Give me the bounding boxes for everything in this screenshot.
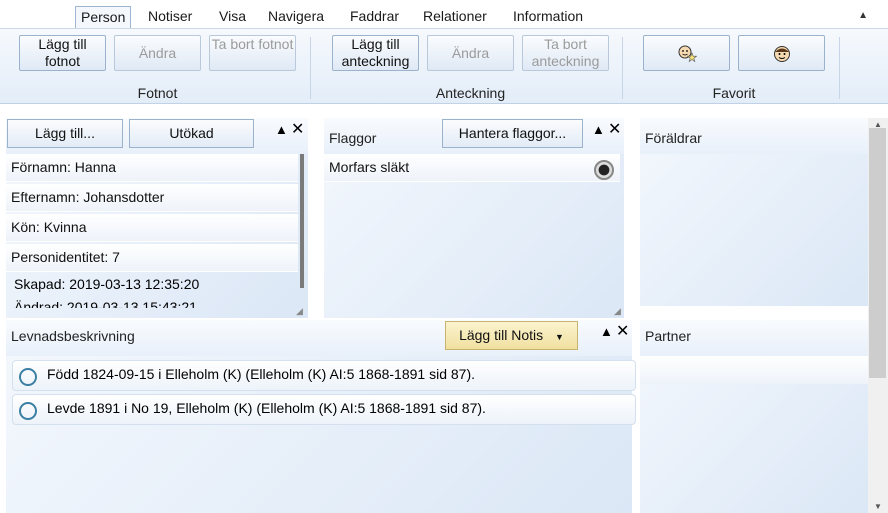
tab-visa[interactable]: Visa [219, 8, 246, 24]
tab-relationer[interactable]: Relationer [423, 8, 487, 24]
life-panel-header: Levnadsbeskrivning Lägg till Notis ▼ ▲ ✕ [6, 320, 632, 356]
flags-panel: Flaggor Hantera flaggor... ▲ ✕ Morfars s… [324, 118, 624, 318]
manage-flags-button[interactable]: Hantera flaggor... [442, 119, 583, 148]
partner-title: Partner [645, 328, 691, 344]
ribbon-separator [310, 37, 311, 99]
ribbon-tabs: Person Notiser Visa Navigera Faddrar Rel… [0, 0, 888, 30]
event-text: Levde 1891 i No 19, Elleholm (K) (Elleho… [47, 400, 486, 416]
remove-note-button[interactable]: Ta bort anteckning [522, 35, 609, 71]
partner-panel-header: Partner [640, 320, 868, 356]
event-icon [19, 368, 37, 386]
life-title: Levnadsbeskrivning [11, 328, 135, 344]
field-row[interactable]: Efternamn: Johansdotter [6, 184, 298, 212]
tab-navigera[interactable]: Navigera [268, 8, 324, 24]
scrollbar-thumb[interactable] [869, 128, 886, 378]
move-up-icon[interactable]: ▲ [592, 122, 605, 137]
close-panel-icon[interactable]: ✕ [291, 119, 304, 139]
edit-note-button[interactable]: Ändra [427, 35, 514, 71]
add-field-button[interactable]: Lägg till... [7, 119, 123, 148]
ribbon-separator [839, 37, 840, 99]
resize-grip-icon[interactable]: ◢ [614, 306, 624, 316]
event-text: Född 1824-09-15 i Elleholm (K) (Elleholm… [47, 366, 475, 382]
partner-row[interactable] [640, 356, 868, 384]
add-note-button[interactable]: Lägg till anteckning [332, 35, 419, 71]
field-row[interactable]: Kön: Kvinna [6, 214, 298, 242]
move-up-icon[interactable]: ▲ [275, 122, 288, 137]
favorite-group-label: Favorit [712, 85, 756, 101]
close-panel-icon[interactable]: ✕ [616, 321, 629, 341]
close-panel-icon[interactable]: ✕ [608, 119, 621, 139]
collapse-ribbon-icon[interactable]: ▲ [858, 10, 868, 21]
field-scrollbar[interactable] [300, 154, 304, 288]
event-icon [19, 402, 37, 420]
remove-footnote-button[interactable]: Ta bort fotnot [209, 35, 296, 71]
tab-faddrar[interactable]: Faddrar [350, 8, 399, 24]
note-group-label: Anteckning [435, 85, 506, 101]
person-face-icon [773, 46, 790, 62]
extended-button[interactable]: Utökad [129, 119, 254, 148]
move-up-icon[interactable]: ▲ [600, 324, 613, 339]
ribbon-separator [622, 37, 623, 99]
changed-timestamp: Ändrad: 2019-03-13 15:43:21 [14, 298, 284, 308]
person-favorite-button[interactable] [738, 35, 825, 71]
created-timestamp: Skapad: 2019-03-13 12:35:20 [14, 276, 200, 292]
life-description-panel: Levnadsbeskrivning Lägg till Notis ▼ ▲ ✕… [6, 320, 636, 513]
person-panel: Lägg till... Utökad ▲ ✕ Förnamn: Hanna E… [6, 118, 308, 318]
event-item[interactable]: Född 1824-09-15 i Elleholm (K) (Elleholm… [12, 360, 636, 391]
partner-panel: Partner [640, 320, 868, 513]
favorite-person-star-icon [678, 45, 697, 63]
field-row[interactable]: Personidentitet: 7 [6, 244, 298, 272]
field-row[interactable]: Förnamn: Hanna [6, 154, 298, 182]
add-notis-dropdown[interactable]: Lägg till Notis ▼ [445, 321, 578, 350]
flag-label: Morfars släkt [329, 159, 410, 175]
parents-panel: Föräldrar [640, 118, 868, 306]
tab-notiser[interactable]: Notiser [148, 8, 192, 24]
flag-marker-icon [594, 160, 614, 180]
changed-timestamp-text: Ändrad: 2019-03-13 15:43:21 [14, 299, 197, 308]
ribbon: Lägg till fotnot Ändra Ta bort fotnot Fo… [0, 28, 888, 104]
parents-panel-header: Föräldrar [640, 118, 868, 154]
event-item[interactable]: Levde 1891 i No 19, Elleholm (K) (Elleho… [12, 394, 636, 425]
tab-information[interactable]: Information [513, 8, 583, 24]
flag-item[interactable]: Morfars släkt [324, 154, 620, 182]
flags-panel-header: Flaggor Hantera flaggor... ▲ ✕ [324, 118, 624, 154]
parents-title: Föräldrar [645, 130, 702, 146]
add-notis-label: Lägg till Notis [459, 327, 544, 343]
chevron-down-icon: ▼ [555, 332, 564, 342]
add-footnote-button[interactable]: Lägg till fotnot [19, 35, 106, 71]
flags-title: Flaggor [329, 130, 377, 146]
person-panel-header: Lägg till... Utökad ▲ ✕ [6, 118, 308, 154]
tab-person[interactable]: Person [75, 6, 132, 30]
edit-footnote-button[interactable]: Ändra [114, 35, 201, 71]
favorite-star-button[interactable] [643, 35, 730, 71]
footnote-group-label: Fotnot [137, 85, 178, 101]
scroll-down-icon[interactable]: ▼ [874, 502, 882, 511]
resize-grip-icon[interactable]: ◢ [296, 306, 306, 316]
